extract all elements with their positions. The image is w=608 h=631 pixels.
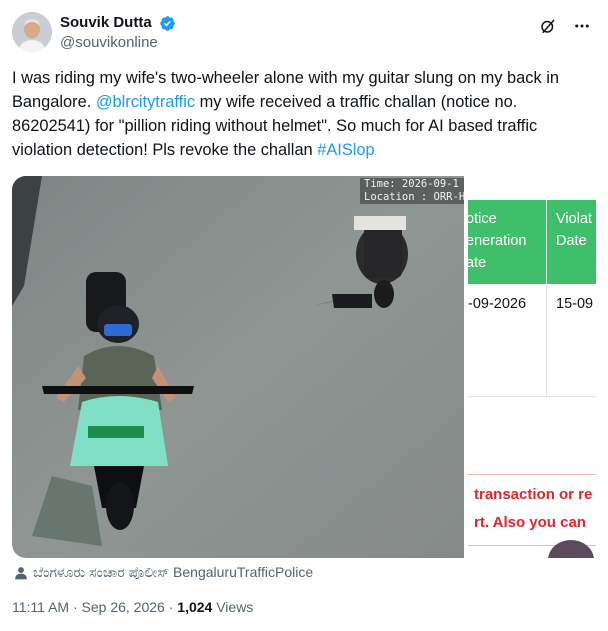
caption-text[interactable]: ಬೆಂಗಳೂರು ಸಂಚಾರ ಪೊಲೀಸ್ BengaluruTrafficPo… [33, 564, 313, 581]
doc-row-divider [468, 396, 596, 397]
person-icon [15, 566, 27, 579]
doc-col2-header: Violat Date [556, 211, 593, 249]
user-avatar[interactable] [12, 12, 52, 52]
cctv-image [12, 176, 464, 558]
doc-error-line-2: rt. Also you can [474, 514, 586, 531]
verified-badge-icon[interactable] [159, 15, 176, 32]
hashtag-link[interactable]: #AISlop [317, 141, 374, 159]
tweet-text: I was riding my wife's two-wheeler alone… [12, 66, 592, 162]
cctv-overlay: Time: 2026-09-1 Location : ORR-H [360, 178, 464, 204]
doc-error-line-1: transaction or re [474, 486, 593, 503]
tweet-header: Souvik Dutta @souvikonline [12, 10, 596, 58]
mention-link[interactable]: @blrcitytraffic [96, 93, 195, 111]
challan-document[interactable]: otice eneration ate Violat Date -09-2026… [468, 176, 596, 558]
doc-error-box [468, 474, 596, 546]
header-actions [538, 16, 592, 36]
author-names: Souvik Dutta @souvikonline [60, 14, 176, 53]
avatar-image [12, 12, 52, 52]
more-icon[interactable] [572, 16, 592, 36]
grok-icon[interactable] [538, 16, 558, 36]
meta-separator: · [69, 599, 82, 615]
media-caption: ಬೆಂಗಳೂರು ಸಂಚಾರ ಪೊಲೀಸ್ BengaluruTrafficPo… [14, 564, 313, 581]
tweet-date[interactable]: Sep 26, 2026 [82, 599, 165, 615]
tweet-media: Time: 2026-09-1 Location : ORR-H otice e… [12, 176, 596, 558]
doc-generation-date: -09-2026 [468, 296, 527, 312]
cctv-location: Location : ORR-H [364, 191, 464, 203]
display-name[interactable]: Souvik Dutta [60, 14, 152, 32]
tweet-meta: 11:11 AM · Sep 26, 2026 · 1,024 Views [12, 599, 253, 615]
views-label: Views [212, 599, 254, 615]
views-count: 1,024 [177, 599, 213, 615]
user-handle[interactable]: @souvikonline [60, 33, 176, 53]
doc-column-divider [546, 200, 547, 396]
tweet-time[interactable]: 11:11 AM [12, 599, 69, 615]
cctv-time: Time: 2026-09-1 [364, 178, 459, 190]
cctv-photo[interactable]: Time: 2026-09-1 Location : ORR-H [12, 176, 464, 558]
doc-violation-date: 15-09 [556, 296, 594, 312]
meta-separator-2: · [164, 599, 178, 615]
doc-col1-header: otice eneration ate [468, 211, 527, 271]
